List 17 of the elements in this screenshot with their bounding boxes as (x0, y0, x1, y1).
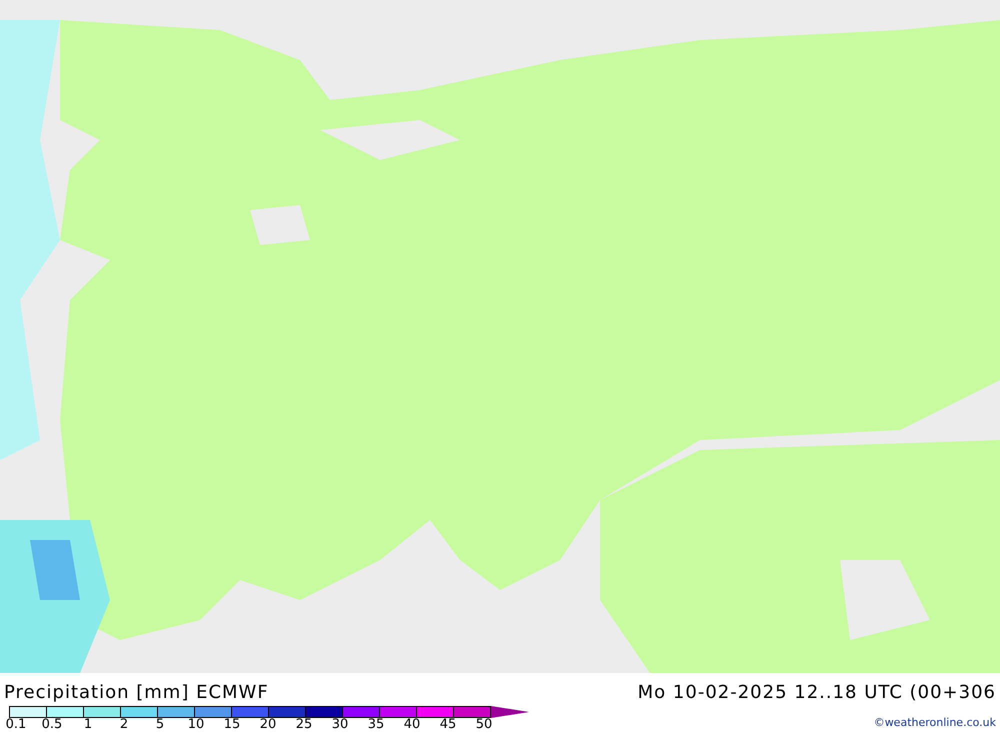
legend-label: 2 (118, 718, 130, 732)
legend-label: 1 (82, 718, 94, 732)
legend-label: 40 (402, 718, 422, 732)
legend-label: 45 (438, 718, 458, 732)
valid-time: Mo 10-02-2025 12..18 UTC (00+306 (638, 683, 996, 703)
credit-link[interactable]: ©weatheronline.co.uk (874, 716, 996, 729)
legend-label: 35 (366, 718, 386, 732)
legend-label: 25 (294, 718, 314, 732)
legend-label: 5 (154, 718, 166, 732)
legend-label: 50 (474, 718, 494, 732)
legend-label: 0.1 (4, 718, 28, 732)
legend-label: 30 (330, 718, 350, 732)
legend-label: 10 (186, 718, 206, 732)
legend-label: 20 (258, 718, 278, 732)
legend-label: 0.5 (40, 718, 64, 732)
legend-label: 15 (222, 718, 242, 732)
map-title: Precipitation [mm] ECMWF (4, 683, 270, 703)
